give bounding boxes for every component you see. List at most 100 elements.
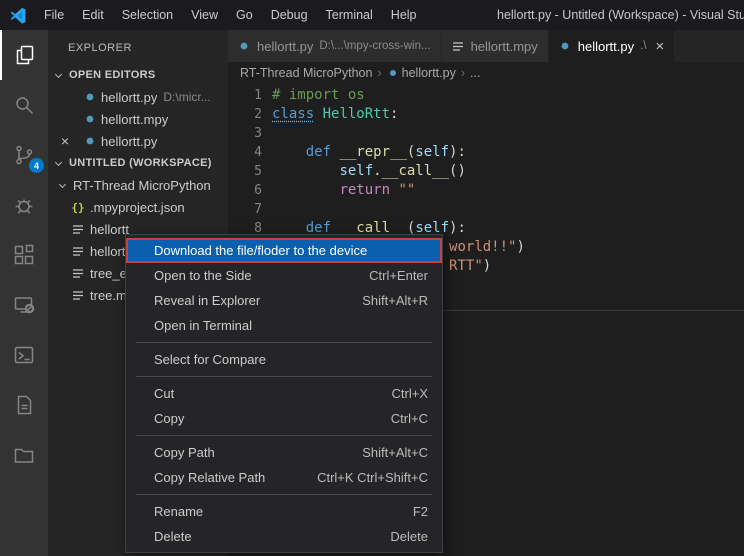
menu-item-label: Copy Path [154,445,338,460]
tab-hellortt.py[interactable]: hellortt.py.\× [549,30,676,62]
menu-item-shortcut: Ctrl+C [391,411,428,426]
menu-item-label: Download the file/floder to the device [154,243,428,258]
menu-item-label: Rename [154,504,389,519]
line-number: 3 [228,124,262,143]
line-number: 1 [228,86,262,105]
menu-item-label: Delete [154,529,366,544]
debug-icon [12,193,36,217]
code-line[interactable]: 4 def __repr__(self): [228,143,744,162]
mpy-file-icon [72,290,84,301]
activity-explorer[interactable] [0,30,48,80]
menu-item-label: Open in Terminal [154,318,428,333]
close-icon[interactable]: × [56,134,74,148]
menu-item-shortcut: Ctrl+X [392,386,428,401]
python-file-icon [389,69,397,77]
activity-search[interactable] [0,80,48,130]
activity-debug[interactable] [0,180,48,230]
open-editor-item[interactable]: hellortt.pyD:\micr... [48,86,228,108]
menu-file[interactable]: File [35,8,73,22]
context-menu-item[interactable]: Open to the SideCtrl+Enter [126,263,442,288]
context-menu-item[interactable]: CopyCtrl+C [126,406,442,431]
tab-bar: hellortt.pyD:\...\mpy-cross-win...hellor… [228,30,744,62]
activity-folder[interactable] [0,430,48,480]
mpy-file-icon [72,224,84,235]
file-name: .mpyproject.json [90,200,185,215]
open-editors-header[interactable]: OPEN EDITORS [48,64,228,86]
menu-item-shortcut: Shift+Alt+R [362,293,428,308]
open-editor-item[interactable]: hellortt.mpy [48,108,228,130]
json-file-icon: {} [72,201,84,214]
tab-label: hellortt.py [578,39,634,54]
title-bar: FileEditSelectionViewGoDebugTerminalHelp… [0,0,744,30]
mpy-file-icon [452,41,464,52]
sidebar-title: EXPLORER [48,30,228,64]
context-menu-item[interactable]: Download the file/floder to the device [126,238,442,263]
menu-separator [136,376,432,377]
context-menu-item[interactable]: RenameF2 [126,499,442,524]
tab-label: hellortt.py [257,39,313,54]
menu-help[interactable]: Help [382,8,426,22]
line-number: 4 [228,143,262,162]
code-line[interactable]: 7 [228,200,744,219]
file-name: hellortt.py [101,134,157,149]
chevron-right-icon: › [461,66,465,80]
code-line[interactable]: 6 return "" [228,181,744,200]
close-icon[interactable]: × [656,39,665,54]
context-menu-item[interactable]: Copy Relative PathCtrl+K Ctrl+Shift+C [126,465,442,490]
mpy-file-icon [72,246,84,257]
activity-output[interactable] [0,380,48,430]
activity-device[interactable] [0,280,48,330]
context-menu-item[interactable]: Open in Terminal [126,313,442,338]
menu-go[interactable]: Go [227,8,262,22]
open-editor-item[interactable]: × hellortt.py [48,130,228,152]
code-text: class HelloRtt: [272,105,398,124]
menu-debug[interactable]: Debug [262,8,317,22]
menu-selection[interactable]: Selection [113,8,182,22]
code-line[interactable]: 5 self.__call__() [228,162,744,181]
menu-view[interactable]: View [182,8,227,22]
folder-icon [12,443,36,467]
context-menu-item[interactable]: Reveal in ExplorerShift+Alt+R [126,288,442,313]
code-line[interactable]: 1 # import os [228,86,744,105]
explorer-icon [13,43,37,67]
code-line[interactable]: 3 [228,124,744,143]
code-text: return "" [272,181,415,200]
file-name: hellortt.py [101,90,157,105]
code-text: self.__call__() [272,162,466,181]
breadcrumb-item[interactable]: ... [470,66,480,80]
menu-bar: FileEditSelectionViewGoDebugTerminalHelp [35,8,426,22]
context-menu-item[interactable]: Select for Compare [126,347,442,372]
workspace-header[interactable]: UNTITLED (WORKSPACE) [48,152,228,174]
breadcrumb-item[interactable]: RT-Thread MicroPython [240,66,372,80]
tree-item[interactable]: RT-Thread MicroPython [48,174,228,196]
workspace-label: UNTITLED (WORKSPACE) [69,157,212,169]
code-line[interactable]: 2 class HelloRtt: [228,105,744,124]
chevron-right-icon: › [377,66,381,80]
python-file-icon [238,41,250,51]
tab-hellortt.py[interactable]: hellortt.py D:\...\mpy-cross-win... [228,30,442,62]
context-menu-item[interactable]: Copy PathShift+Alt+C [126,440,442,465]
tab-detail: D:\...\mpy-cross-win... [319,40,430,52]
menu-item-label: Select for Compare [154,352,428,367]
mpy-file-icon [72,268,84,279]
activity-terminal[interactable] [0,330,48,380]
breadcrumb-item[interactable]: hellortt.py [402,66,456,80]
breadcrumb: RT-Thread MicroPython › hellortt.py ›... [228,62,744,84]
line-number: 2 [228,105,262,124]
activity-bar: 4 [0,30,48,556]
menu-edit[interactable]: Edit [73,8,113,22]
tab-hellortt.mpy[interactable]: hellortt.mpy [442,30,549,62]
menu-item-shortcut: Ctrl+Enter [369,268,428,283]
menu-item-label: Cut [154,386,368,401]
terminal-icon [12,343,36,367]
activity-source-control[interactable]: 4 [0,130,48,180]
context-menu-item[interactable]: DeleteDelete [126,524,442,549]
chevron-down-icon [55,70,62,77]
file-name: tree.m [90,288,127,303]
menu-terminal[interactable]: Terminal [317,8,382,22]
activity-extensions[interactable] [0,230,48,280]
context-menu-item[interactable]: Cut Ctrl+X [126,381,442,406]
code-text: # import os [272,86,365,105]
tree-item[interactable]: {} .mpyproject.json [48,196,228,218]
file-name: hellortt [90,222,129,237]
